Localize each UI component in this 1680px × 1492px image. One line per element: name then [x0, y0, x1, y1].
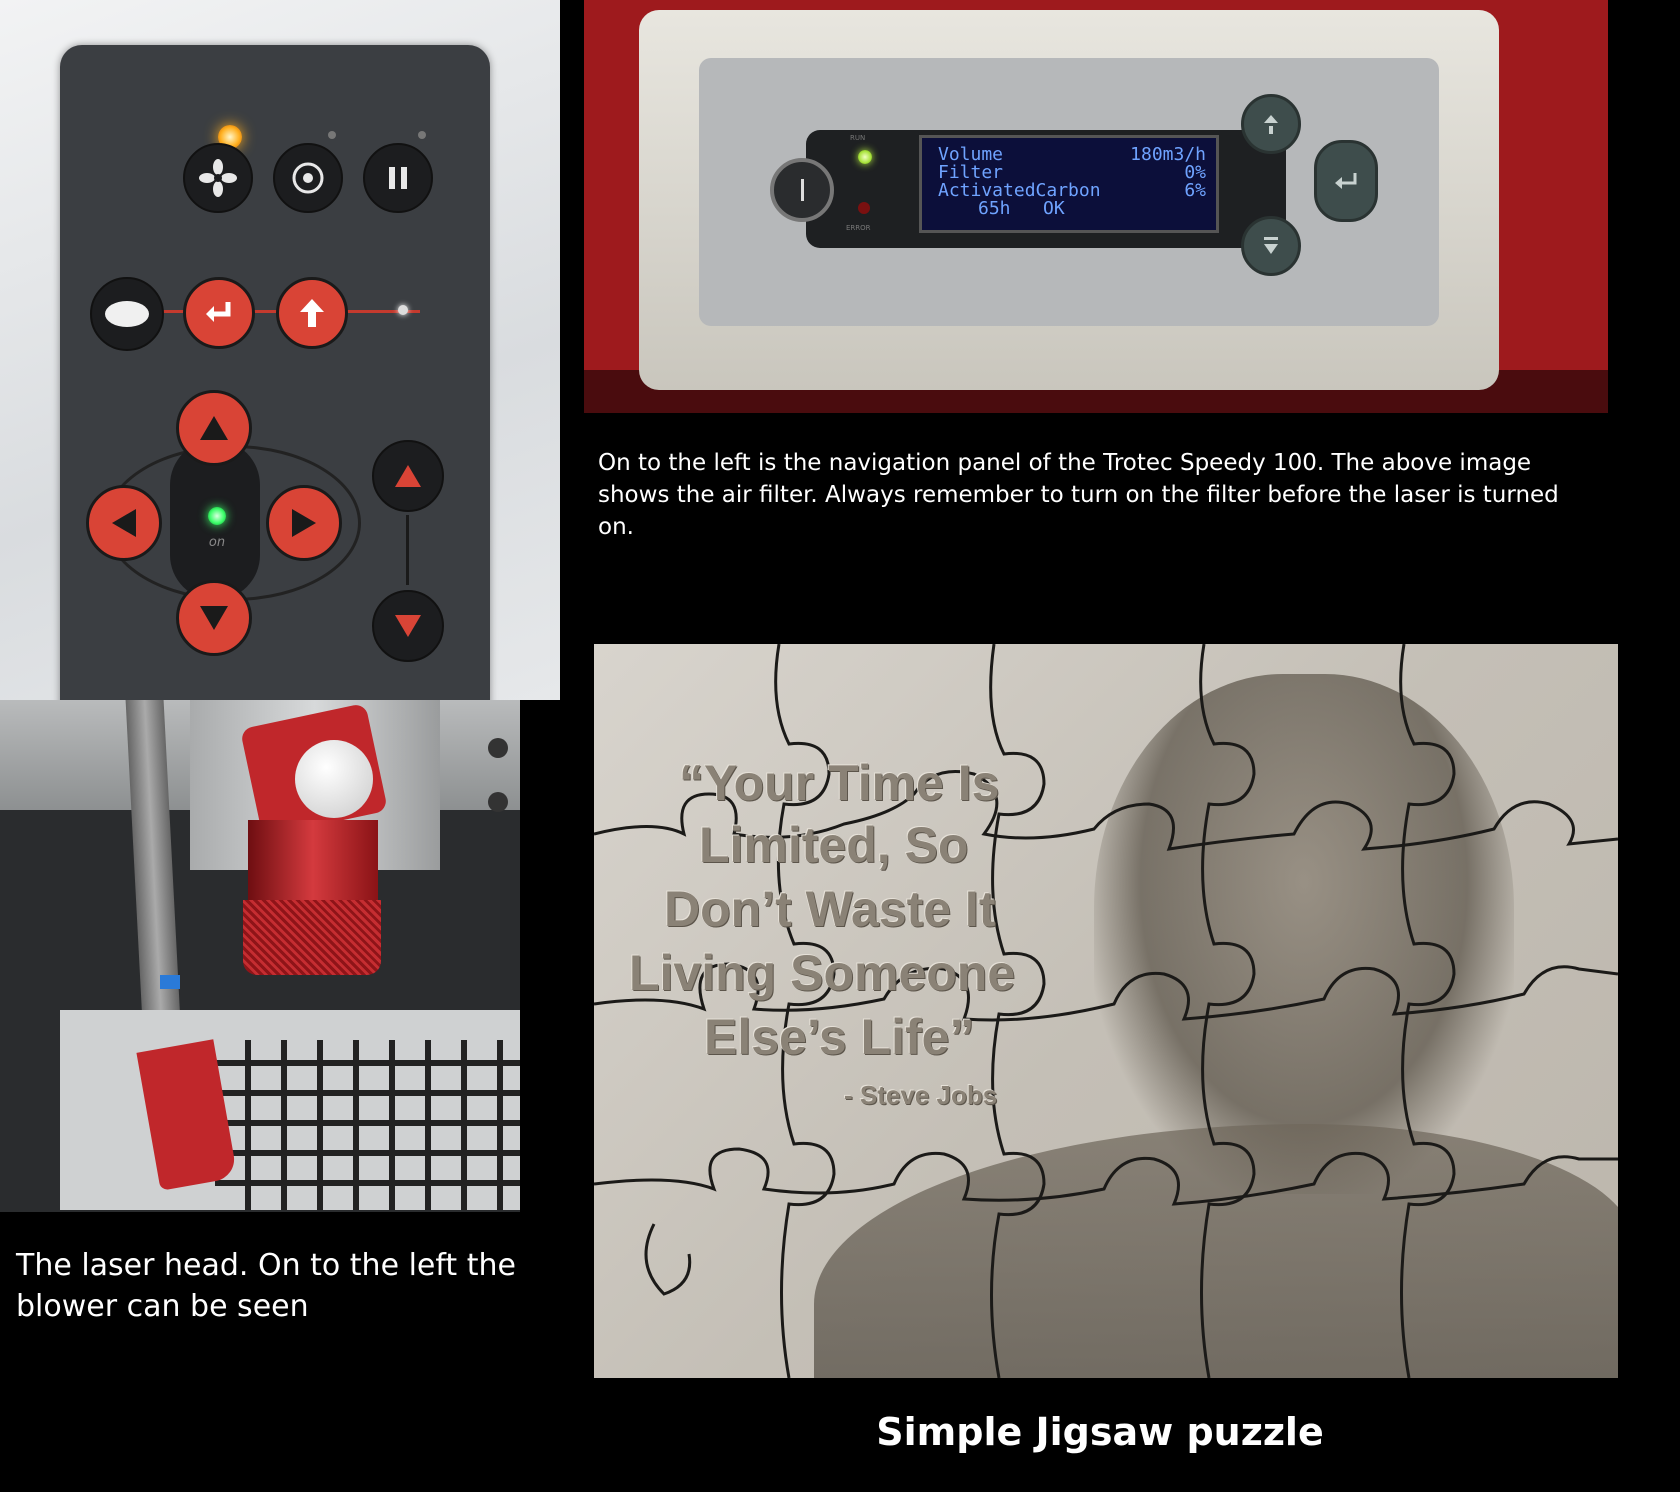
- filter-up-button[interactable]: [1241, 94, 1301, 154]
- pause-led: [418, 131, 426, 139]
- lcd-line-3-value: 6%: [1184, 180, 1206, 201]
- rail-screw: [488, 792, 508, 812]
- fan-icon: [199, 159, 237, 197]
- quote-line-2: Limited, So: [699, 817, 969, 873]
- lcd-line-4: 65h OK: [978, 198, 1065, 219]
- arrow-down-icon: [200, 606, 228, 630]
- arrow-down-button[interactable]: [176, 580, 252, 656]
- oval-icon: [105, 301, 149, 327]
- focus-knurl: [243, 900, 381, 975]
- enter-icon: [1335, 173, 1357, 189]
- power-led: [208, 507, 226, 525]
- air-filter-caption: On to the left is the navigation panel o…: [598, 450, 1559, 540]
- rail-screw: [488, 738, 508, 758]
- minus-icon: [1264, 237, 1278, 254]
- blower-fitting: [160, 975, 180, 989]
- jigsaw-puzzle-caption: Simple Jigsaw puzzle: [876, 1410, 1324, 1454]
- arrow-left-icon: [112, 509, 136, 537]
- laser-pointer-led: [398, 305, 408, 315]
- target-icon: [292, 162, 324, 194]
- up-arrow-icon: [300, 299, 324, 327]
- z-axis-up-button[interactable]: [372, 440, 444, 512]
- z-axis-line: [406, 515, 409, 585]
- power-icon: [800, 179, 804, 201]
- arrow-right-icon: [292, 509, 316, 537]
- fan-button[interactable]: [183, 143, 253, 213]
- quote-line-1: “Your Time Is: [679, 755, 1000, 811]
- run-led: [858, 150, 872, 164]
- lens-tube: [248, 820, 378, 910]
- enter-button[interactable]: [183, 277, 255, 349]
- air-filter-photo: RUN ERROR Volume 180m3/h Filter 0% Activ…: [584, 0, 1608, 413]
- vent-grille: [215, 1040, 520, 1210]
- quote-line-3: Don’t Waste It: [664, 881, 996, 937]
- arrow-up-icon: [200, 416, 228, 440]
- filter-enter-button[interactable]: [1314, 140, 1378, 222]
- filter-power-button[interactable]: [770, 158, 834, 222]
- z-axis-down-button[interactable]: [372, 590, 444, 662]
- target-led: [328, 131, 336, 139]
- white-oval-button[interactable]: [90, 277, 164, 351]
- pause-icon: [389, 167, 407, 189]
- arrow-up-button[interactable]: [176, 390, 252, 466]
- quote-attribution: - Steve Jobs: [844, 1080, 998, 1110]
- arrow-right-button[interactable]: [266, 485, 342, 561]
- target-button[interactable]: [273, 143, 343, 213]
- filter-down-button[interactable]: [1241, 216, 1301, 276]
- arrow-left-button[interactable]: [86, 485, 162, 561]
- mirror-cap: [295, 740, 373, 818]
- laser-head-caption: The laser head. On to the left the blowe…: [16, 1248, 516, 1324]
- on-label: on: [208, 535, 226, 550]
- jigsaw-puzzle-photo: “Your Time Is Limited, So Don’t Waste It…: [594, 644, 1618, 1378]
- navigation-panel-photo: on: [0, 0, 560, 700]
- arrow-down-icon: [395, 615, 421, 637]
- z-up-button[interactable]: [276, 277, 348, 349]
- control-panel-plate: on: [60, 45, 490, 700]
- laser-head-photo: [0, 700, 520, 1212]
- arrow-up-icon: [395, 465, 421, 487]
- plus-icon: [1264, 115, 1278, 134]
- error-led: [858, 202, 870, 214]
- quote-line-5: Else’s Life”: [704, 1009, 975, 1065]
- run-label: RUN: [850, 134, 866, 142]
- quote-line-4: Living Someone: [629, 945, 1016, 1001]
- enter-icon: [206, 302, 231, 322]
- pause-button[interactable]: [363, 143, 433, 213]
- filter-lcd-display: Volume 180m3/h Filter 0% ActivatedCarbon…: [919, 135, 1219, 233]
- error-label: ERROR: [846, 224, 871, 232]
